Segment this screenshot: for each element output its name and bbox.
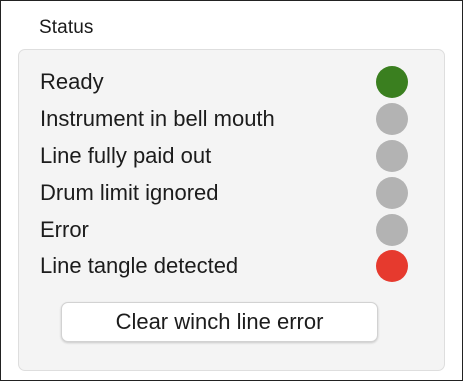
status-row-error: Error bbox=[40, 213, 408, 247]
status-label-line-tangle-detected: Line tangle detected bbox=[40, 253, 239, 278]
status-indicator-light bbox=[376, 66, 408, 98]
status-label-ready: Ready bbox=[40, 69, 104, 94]
clear-winch-line-error-button[interactable]: Clear winch line error bbox=[61, 302, 378, 342]
status-label-line-fully-paid-out: Line fully paid out bbox=[40, 143, 212, 168]
status-row-line-tangle-detected: Line tangle detected bbox=[40, 249, 408, 283]
status-label-error: Error bbox=[40, 217, 89, 242]
status-indicator-light bbox=[376, 177, 408, 209]
status-group-title: Status bbox=[39, 17, 94, 38]
status-row-instrument-in-bell-mouth: Instrument in bell mouth bbox=[40, 102, 408, 136]
status-indicator-light bbox=[376, 103, 408, 135]
status-group-box: Ready Instrument in bell mouth Line full… bbox=[18, 49, 445, 371]
status-label-instrument-in-bell-mouth: Instrument in bell mouth bbox=[40, 106, 275, 131]
status-row-ready: Ready bbox=[40, 65, 408, 99]
status-indicator-light bbox=[376, 250, 408, 282]
status-label-drum-limit-ignored: Drum limit ignored bbox=[40, 180, 219, 205]
window-frame: Status Ready Instrument in bell mouth Li… bbox=[0, 0, 463, 381]
status-row-drum-limit-ignored: Drum limit ignored bbox=[40, 176, 408, 210]
status-indicator-light bbox=[376, 214, 408, 246]
status-row-line-fully-paid-out: Line fully paid out bbox=[40, 139, 408, 173]
status-indicator-light bbox=[376, 140, 408, 172]
